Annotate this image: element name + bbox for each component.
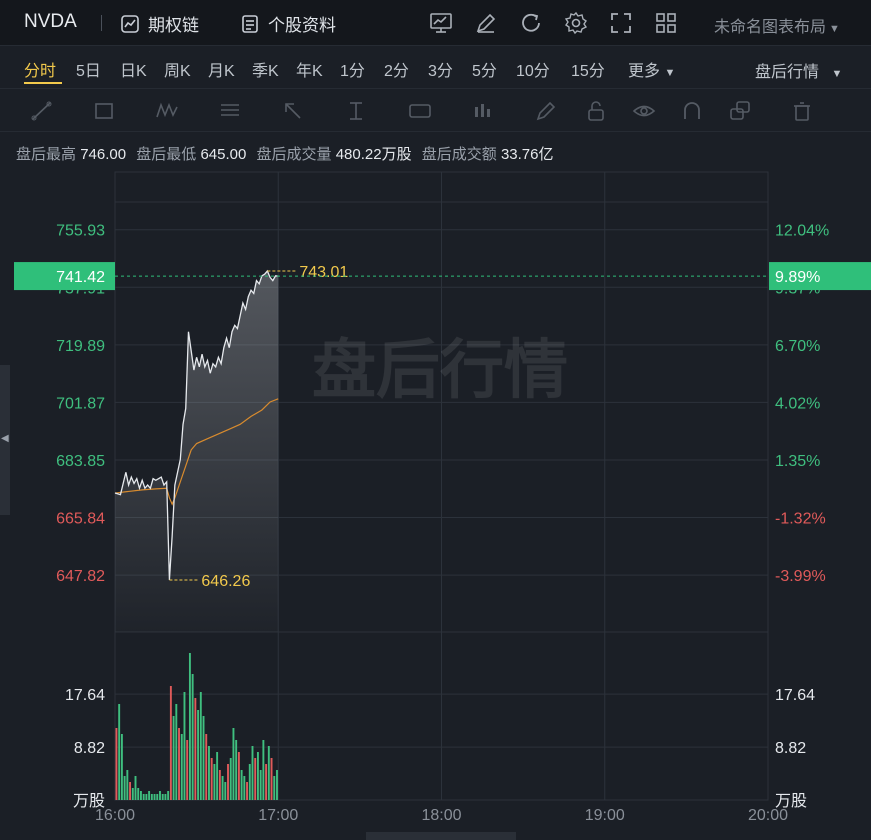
volume-bar (175, 704, 178, 800)
time-tick-label: 16:00 (95, 807, 135, 824)
time-tick-label: 17:00 (258, 807, 298, 824)
volume-bar (270, 758, 273, 800)
volume-tick-label: 8.82 (74, 740, 105, 757)
time-tick-label: 19:00 (585, 807, 625, 824)
volume-bar (254, 758, 257, 800)
volume-bar (235, 740, 238, 800)
volume-bar (213, 764, 216, 800)
volume-tick-label: 8.82 (775, 740, 806, 757)
volume-bar (229, 758, 232, 800)
volume-bars (115, 653, 278, 800)
volume-bar (218, 770, 221, 800)
current-price-value: 741.42 (56, 269, 105, 286)
percent-tick-label: 1.35% (775, 453, 820, 470)
volume-bar (243, 776, 246, 800)
volume-bar (123, 776, 126, 800)
time-axis: 16:00 17:00 18:00 19:00 20:00 (95, 807, 788, 824)
intraday-chart[interactable]: 盘后行情 743.01646.26 755.93737.91719.89701.… (0, 0, 871, 840)
horizontal-scrollbar[interactable] (366, 832, 516, 840)
volume-bar (178, 728, 180, 800)
percent-tick-label: -3.99% (775, 568, 826, 585)
time-tick-label: 18:00 (421, 807, 461, 824)
volume-bar (142, 794, 145, 800)
volume-bar (118, 704, 121, 800)
volume-bar (183, 692, 186, 800)
volume-bar (120, 734, 123, 800)
price-tick-label: 701.87 (56, 395, 105, 412)
volume-bar (161, 794, 164, 800)
current-price-line: 741.42 9.89% (14, 262, 871, 291)
percent-tick-label: 6.70% (775, 338, 820, 355)
price-area-fill (115, 271, 279, 632)
volume-bar (197, 710, 200, 800)
volume-bar (164, 794, 167, 800)
volume-bar (131, 788, 134, 800)
price-tick-label: 683.85 (56, 453, 105, 470)
price-tick-label: 647.82 (56, 568, 105, 585)
volume-bar (251, 746, 254, 800)
time-tick-label: 20:00 (748, 807, 788, 824)
volume-bar (159, 791, 161, 800)
left-panel-toggle[interactable]: ◀ (0, 365, 10, 515)
volume-tick-label: 17.64 (65, 687, 105, 704)
volume-bar (210, 758, 213, 800)
volume-bar (150, 794, 153, 800)
volume-bar (237, 752, 240, 800)
volume-bar (240, 770, 243, 800)
volume-bar (139, 791, 142, 800)
volume-bar (267, 746, 270, 800)
volume-bar (129, 782, 132, 800)
percent-tick-label: -1.32% (775, 511, 826, 528)
volume-bar (137, 788, 140, 800)
volume-bar (224, 782, 227, 800)
volume-bar (232, 728, 235, 800)
volume-bar (216, 752, 219, 800)
volume-bar (256, 752, 259, 800)
volume-bar (167, 791, 170, 800)
low-price-marker-label: 646.26 (201, 573, 250, 590)
volume-bar (172, 716, 175, 800)
volume-bar (199, 692, 202, 800)
volume-bar (262, 740, 265, 800)
watermark-text: 盘后行情 (312, 334, 568, 408)
volume-bar (153, 794, 156, 800)
percent-tick-label: 4.02% (775, 395, 820, 412)
volume-tick-label: 17.64 (775, 687, 815, 704)
volume-bar (186, 740, 189, 800)
volume-bar (265, 764, 268, 800)
volume-bar (202, 716, 205, 800)
volume-bar (273, 776, 276, 800)
volume-bar (221, 776, 224, 800)
volume-bar (246, 782, 249, 800)
volume-bar (156, 794, 159, 800)
price-tick-label: 719.89 (56, 338, 105, 355)
volume-bar (126, 770, 129, 800)
volume-bar (169, 686, 172, 800)
volume-bar (115, 728, 118, 800)
volume-bar (208, 746, 210, 800)
price-tick-label: 665.84 (56, 511, 105, 528)
volume-bar (145, 794, 148, 800)
volume-bar (205, 734, 208, 800)
current-pct-value: 9.89% (775, 269, 820, 286)
high-price-marker-label: 743.01 (299, 264, 348, 281)
volume-bar (191, 674, 194, 800)
volume-bar (227, 764, 229, 800)
volume-bar (148, 791, 151, 800)
price-axis: 755.93737.91719.89701.87683.85665.84647.… (56, 223, 105, 810)
volume-bar (180, 734, 183, 800)
percent-tick-label: 12.04% (775, 223, 829, 240)
volume-bar (188, 653, 191, 800)
chevron-left-icon: ◀ (1, 433, 9, 444)
volume-bar (194, 698, 197, 800)
volume-bar (134, 776, 137, 800)
volume-bar (259, 770, 262, 800)
volume-bar (276, 770, 278, 800)
volume-bar (248, 764, 251, 800)
percent-axis: 12.04%9.37%6.70%4.02%1.35%-1.32%-3.99%17… (775, 223, 829, 810)
price-tick-label: 755.93 (56, 223, 105, 240)
